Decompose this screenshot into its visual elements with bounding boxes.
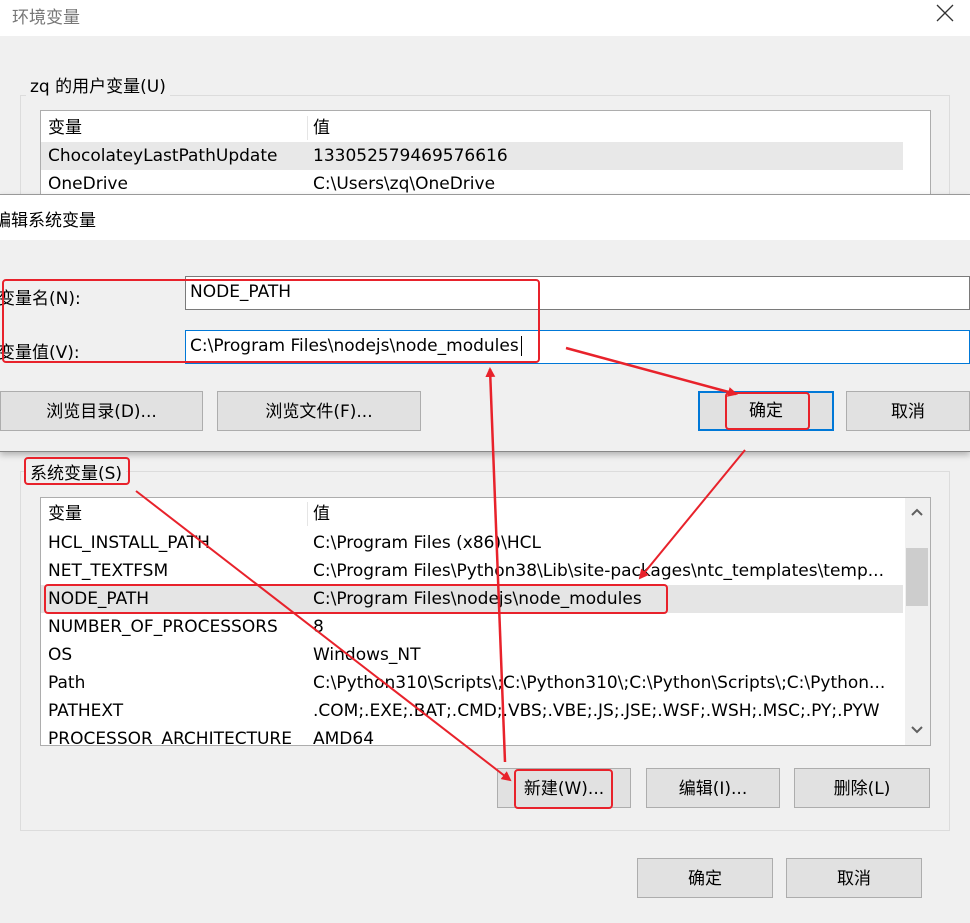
- annotation-arrows: [135, 346, 746, 782]
- arrow-ok-to-row: [638, 449, 746, 580]
- arrow-new-to-dialog: [485, 367, 507, 763]
- arrow-value-to-ok: [565, 346, 738, 397]
- arrow-system-to-new: [135, 490, 512, 782]
